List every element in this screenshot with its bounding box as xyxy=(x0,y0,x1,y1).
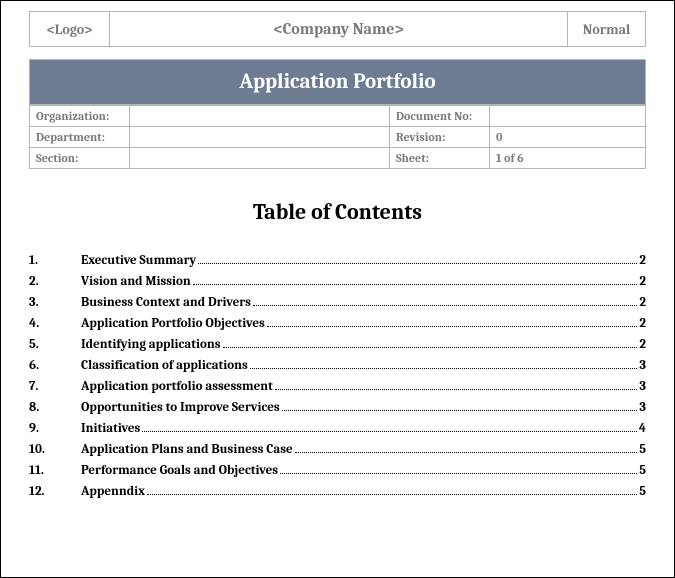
meta-sheet-label: Sheet: xyxy=(390,148,490,169)
toc-entry-page: 2 xyxy=(639,274,646,289)
toc-entry-page: 2 xyxy=(639,295,646,310)
toc-entry-page: 3 xyxy=(639,400,646,415)
toc-entry-title: Performance Goals and Objectives xyxy=(81,463,278,478)
meta-section-label: Section: xyxy=(30,148,130,169)
toc-entry-number: 9. xyxy=(29,421,81,436)
toc-leader-dots xyxy=(275,380,638,390)
toc-entry-page: 5 xyxy=(639,463,646,478)
meta-department-label: Department: xyxy=(30,127,130,148)
toc-entry-number: 5. xyxy=(29,337,81,352)
toc-entry-number: 2. xyxy=(29,274,81,289)
toc-entry-number: 7. xyxy=(29,379,81,394)
toc-entry-number: 3. xyxy=(29,295,81,310)
toc-entry: 1.Executive Summary 2 xyxy=(29,253,646,268)
document-header: <Logo> <Company Name> Normal xyxy=(29,11,646,47)
toc-entry: 10.Application Plans and Business Case 5 xyxy=(29,442,646,457)
header-mode: Normal xyxy=(568,12,646,47)
toc-leader-dots xyxy=(147,485,637,495)
meta-docno-value xyxy=(490,106,646,127)
meta-section-value xyxy=(130,148,390,169)
toc-entry: 3.Business Context and Drivers 2 xyxy=(29,295,646,310)
toc-entry-title: Application portfolio assessment xyxy=(81,379,273,394)
toc-entry-title: Appenndix xyxy=(81,484,145,499)
toc-entry: 12.Appenndix 5 xyxy=(29,484,646,499)
logo-placeholder: <Logo> xyxy=(30,12,110,47)
toc-entry-title: Identifying applications xyxy=(81,337,221,352)
toc-entry-title: Classification of applications xyxy=(81,358,248,373)
meta-docno-label: Document No: xyxy=(390,106,490,127)
toc-entry-title: Vision and Mission xyxy=(81,274,191,289)
toc-entry-title: Application Portfolio Objectives xyxy=(81,316,265,331)
toc-entry: 6.Classification of applications 3 xyxy=(29,358,646,373)
toc-entry-title: Initiatives xyxy=(81,421,140,436)
toc-entry-number: 11. xyxy=(29,463,81,478)
toc-entry-number: 10. xyxy=(29,442,81,457)
toc-entry-page: 5 xyxy=(639,442,646,457)
toc-leader-dots xyxy=(142,422,636,432)
table-of-contents: 1.Executive Summary22.Vision and Mission… xyxy=(29,253,646,499)
toc-entry-page: 2 xyxy=(639,316,646,331)
toc-entry: 4.Application Portfolio Objectives 2 xyxy=(29,316,646,331)
toc-entry-title: Opportunities to Improve Services xyxy=(81,400,280,415)
toc-entry: 8.Opportunities to Improve Services 3 xyxy=(29,400,646,415)
toc-entry-page: 2 xyxy=(639,337,646,352)
toc-entry-title: Business Context and Drivers xyxy=(81,295,251,310)
toc-entry-number: 1. xyxy=(29,253,81,268)
toc-leader-dots xyxy=(193,275,638,285)
toc-entry-page: 2 xyxy=(639,253,646,268)
toc-leader-dots xyxy=(223,338,638,348)
toc-entry: 2.Vision and Mission 2 xyxy=(29,274,646,289)
document-title: Application Portfolio xyxy=(29,59,646,105)
toc-entry-page: 5 xyxy=(639,484,646,499)
toc-heading: Table of Contents xyxy=(29,199,646,225)
meta-organization-value xyxy=(130,106,390,127)
toc-entry: 7.Application portfolio assessment 3 xyxy=(29,379,646,394)
meta-revision-value: 0 xyxy=(490,127,646,148)
meta-sheet-value: 1 of 6 xyxy=(490,148,646,169)
toc-entry: 9.Initiatives 4 xyxy=(29,421,646,436)
toc-leader-dots xyxy=(295,443,638,453)
toc-entry-page: 3 xyxy=(639,379,646,394)
toc-leader-dots xyxy=(253,296,637,306)
toc-entry: 5.Identifying applications 2 xyxy=(29,337,646,352)
toc-entry-number: 6. xyxy=(29,358,81,373)
toc-leader-dots xyxy=(280,464,637,474)
toc-leader-dots xyxy=(267,317,638,327)
toc-entry: 11.Performance Goals and Objectives 5 xyxy=(29,463,646,478)
toc-entry-number: 4. xyxy=(29,316,81,331)
toc-entry-page: 4 xyxy=(639,421,646,436)
meta-revision-label: Revision: xyxy=(390,127,490,148)
toc-entry-number: 12. xyxy=(29,484,81,499)
toc-leader-dots xyxy=(282,401,638,411)
toc-entry-page: 3 xyxy=(639,358,646,373)
toc-leader-dots xyxy=(250,359,638,369)
toc-entry-number: 8. xyxy=(29,400,81,415)
company-name-placeholder: <Company Name> xyxy=(110,12,568,47)
toc-entry-title: Executive Summary xyxy=(81,253,196,268)
document-meta-table: Organization: Document No: Department: R… xyxy=(29,105,646,169)
toc-leader-dots xyxy=(198,254,637,264)
meta-department-value xyxy=(130,127,390,148)
meta-organization-label: Organization: xyxy=(30,106,130,127)
toc-entry-title: Application Plans and Business Case xyxy=(81,442,293,457)
